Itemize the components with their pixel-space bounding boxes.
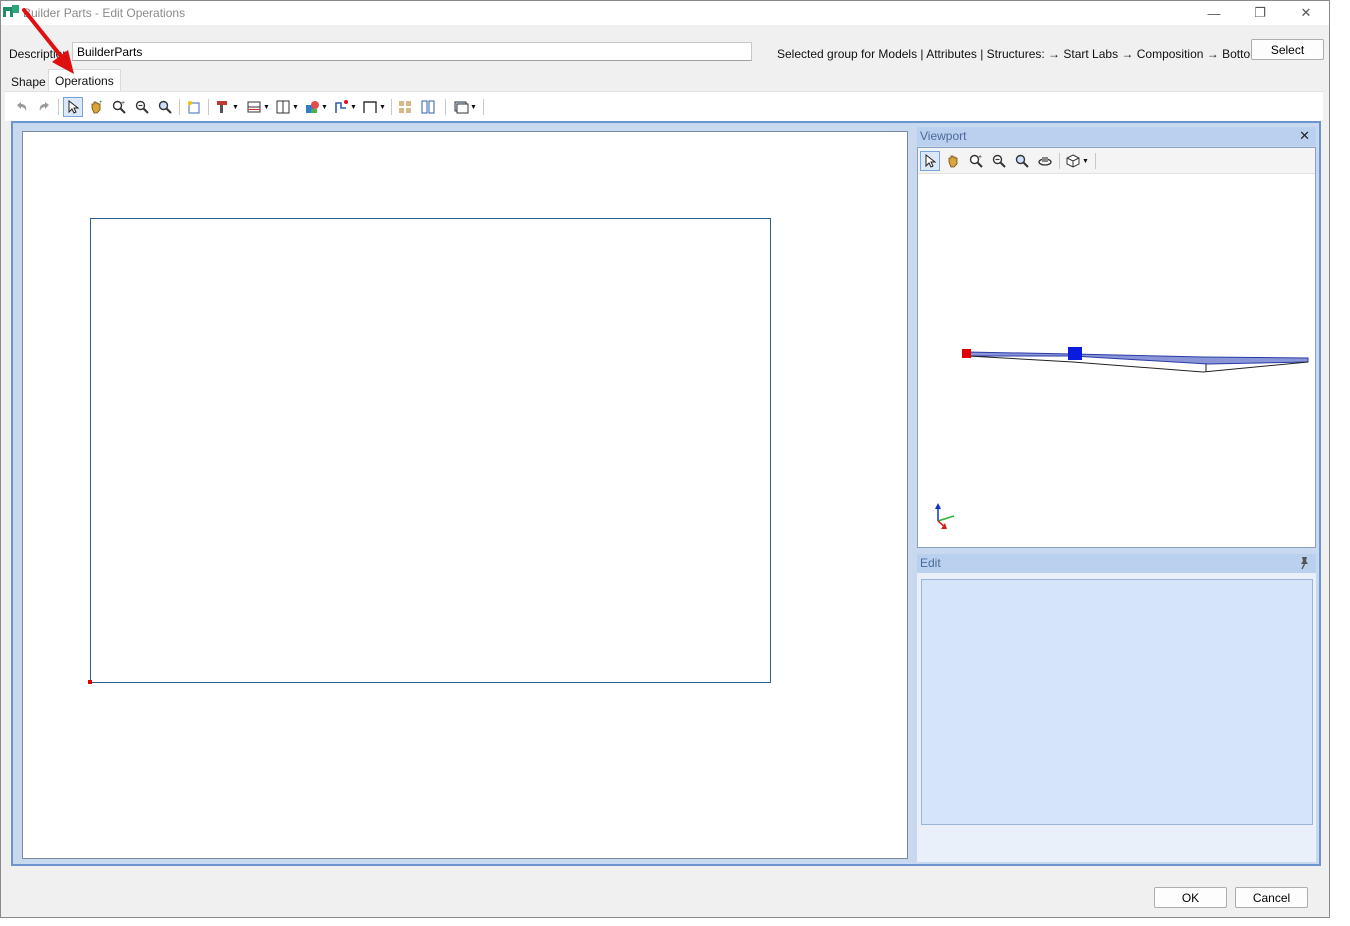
viewport-header: Viewport ✕	[917, 127, 1316, 146]
dialog-window: Builder Parts - Edit Operations — ❐ ✕ De…	[0, 0, 1330, 918]
description-input[interactable]	[72, 42, 752, 61]
viewport-close-button[interactable]: ✕	[1299, 128, 1310, 144]
drawing-canvas[interactable]	[22, 131, 908, 859]
cancel-button[interactable]: Cancel	[1235, 887, 1308, 908]
selected-group-text: Selected group for Models | Attributes |…	[777, 47, 1267, 61]
orbit-icon[interactable]	[1035, 151, 1055, 171]
zoom-extents-icon[interactable]	[155, 97, 175, 117]
display-options-icon[interactable]: ▼	[451, 97, 479, 117]
viewport-body: + ▼	[917, 147, 1316, 548]
viewport-pointer-icon[interactable]	[920, 151, 940, 171]
operations-toolbar: + + ▼ ▼ ▼ ▼ ▼ ▼ ▼	[5, 91, 1323, 121]
svg-text:+: +	[99, 100, 103, 106]
align-icon[interactable]	[418, 97, 438, 117]
title-bar: Builder Parts - Edit Operations — ❐ ✕	[1, 1, 1329, 25]
viewport-title: Viewport	[920, 129, 967, 143]
tab-operations[interactable]: Operations	[48, 69, 121, 91]
viewport-zoom-extents-icon[interactable]	[1012, 151, 1032, 171]
zoom-out-icon[interactable]	[132, 97, 152, 117]
edit-title: Edit	[920, 556, 941, 570]
new-sketch-icon[interactable]	[184, 97, 204, 117]
vertical-split-icon[interactable]: ▼	[273, 97, 301, 117]
drill-tool-icon[interactable]: ▼	[213, 97, 241, 117]
edit-properties-area[interactable]	[921, 579, 1313, 825]
workspace-frame: Viewport ✕ + ▼ Edit	[11, 121, 1321, 866]
pin-icon[interactable]	[1298, 556, 1310, 570]
svg-text:+: +	[978, 154, 982, 161]
viewport-red-handle	[962, 349, 971, 358]
tab-shape[interactable]: Shape	[5, 72, 52, 91]
window-title: Builder Parts - Edit Operations	[23, 6, 186, 20]
view-cube-icon[interactable]: ▼	[1063, 151, 1091, 171]
minimize-button[interactable]: —	[1191, 1, 1237, 25]
path-tool-icon[interactable]: ▼	[331, 97, 359, 117]
group-icon[interactable]	[395, 97, 415, 117]
select-button[interactable]: Select	[1251, 39, 1324, 60]
maximize-button[interactable]: ❐	[1237, 1, 1283, 25]
viewport-pan-hand-icon[interactable]	[943, 151, 963, 171]
redo-icon[interactable]	[35, 97, 55, 117]
viewport-toolbar: + ▼	[918, 148, 1315, 174]
frame-tool-icon[interactable]: ▼	[360, 97, 388, 117]
app-icon	[3, 5, 19, 17]
ok-button[interactable]: OK	[1154, 887, 1227, 908]
svg-text:+: +	[121, 100, 125, 107]
viewport-blue-handle	[1068, 347, 1082, 360]
close-window-button[interactable]: ✕	[1283, 1, 1329, 25]
description-label: Description	[9, 47, 70, 61]
shape-outline[interactable]	[90, 218, 771, 683]
pan-hand-icon[interactable]: +	[86, 97, 106, 117]
zoom-in-icon[interactable]: +	[109, 97, 129, 117]
horizontal-split-icon[interactable]: ▼	[244, 97, 272, 117]
undo-icon[interactable]	[11, 97, 31, 117]
viewport-zoom-in-icon[interactable]: +	[966, 151, 986, 171]
edit-panel-body	[917, 573, 1316, 862]
origin-point[interactable]	[88, 680, 92, 684]
pointer-icon[interactable]	[63, 97, 83, 117]
viewport-3d-view[interactable]	[918, 174, 1315, 547]
viewport-zoom-out-icon[interactable]	[989, 151, 1009, 171]
paint-tool-icon[interactable]: ▼	[302, 97, 330, 117]
edit-header: Edit	[917, 554, 1316, 573]
